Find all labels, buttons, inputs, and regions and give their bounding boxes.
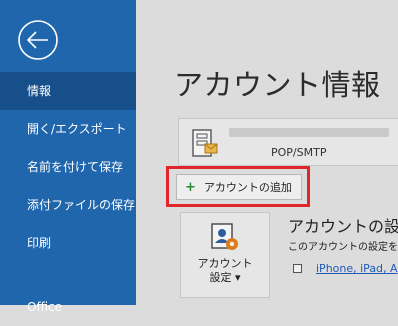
plus-icon: + [185,179,196,195]
backstage-sidebar: 情報 開く/エクスポート 名前を付けて保存 添付ファイルの保存 印刷 Offic… [0,0,136,314]
account-settings-label: アカウント 設定 ▾ [197,257,253,284]
bullet-icon [293,264,302,273]
add-account-button[interactable]: + アカウントの追加 [176,174,302,200]
menu-item-open-export[interactable]: 開く/エクスポート [0,110,136,148]
account-selector[interactable]: POP/SMTP [178,118,398,166]
section-description: このアカウントの設定を [288,242,398,253]
menu-item-info[interactable]: 情報 [0,72,136,110]
account-type: POP/SMTP [271,146,327,159]
account-settings-button[interactable]: アカウント 設定 ▾ [180,212,270,298]
menu-item-save-as[interactable]: 名前を付けて保存 [0,148,136,186]
menu-item-office[interactable]: Office [0,288,136,326]
menu-item-print[interactable]: 印刷 [0,224,136,262]
back-arrow-icon[interactable] [16,18,60,62]
menu-item-save-attachments[interactable]: 添付ファイルの保存 [0,186,136,224]
account-email-blurred [229,128,389,137]
mail-account-icon [192,129,218,157]
main-panel: アカウント情報 POP/SMTP + アカウントの追加 アカウント 設定 ▾ ア… [136,0,398,305]
section-heading: アカウントの設 [288,217,398,236]
backstage-menu: 情報 開く/エクスポート 名前を付けて保存 添付ファイルの保存 印刷 Offic… [0,72,136,314]
add-account-label: アカウントの追加 [203,181,292,194]
device-setup-link[interactable]: iPhone, iPad, A [316,262,398,275]
account-settings-icon [211,223,238,250]
page-title: アカウント情報 [174,68,381,102]
